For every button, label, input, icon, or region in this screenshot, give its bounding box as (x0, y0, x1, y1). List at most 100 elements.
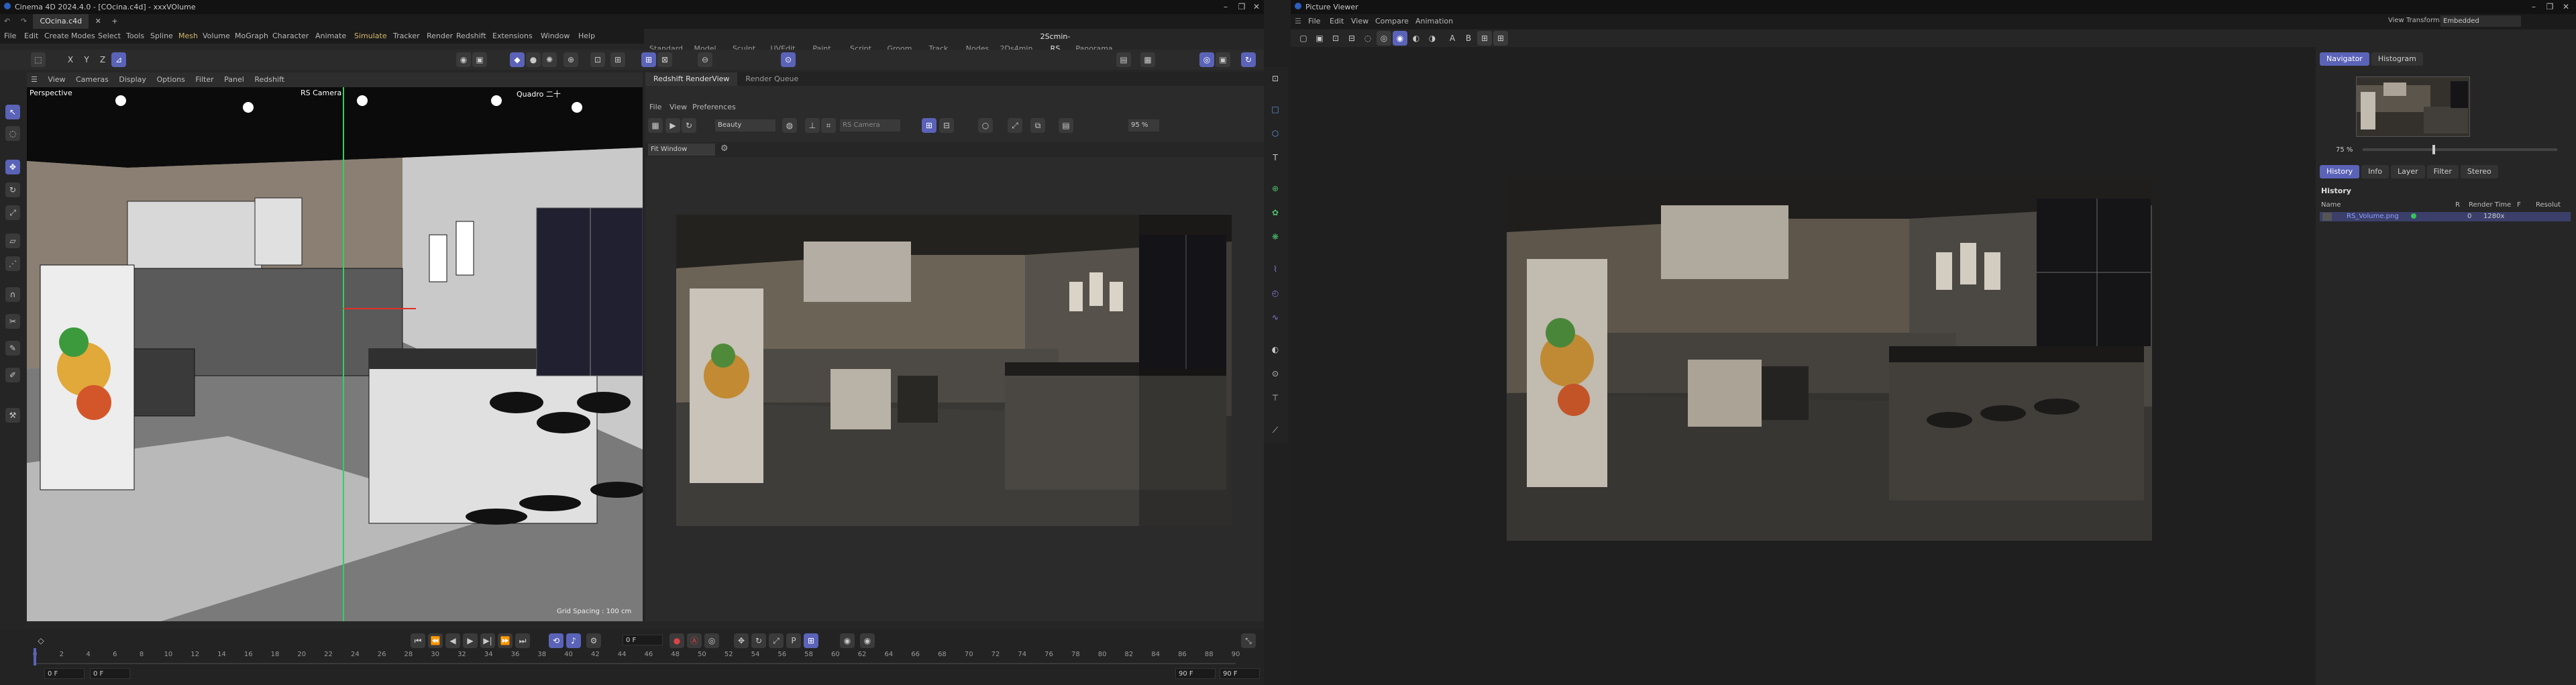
vp-menu-options[interactable]: Options (152, 72, 189, 87)
pv-menu-icon[interactable]: ☰ (1295, 17, 1301, 25)
snap-icon[interactable]: ⊞ (610, 52, 625, 67)
col-f[interactable]: F (2517, 201, 2521, 209)
pv-menu-view[interactable]: View (1351, 17, 1368, 25)
rv-region-icon[interactable]: ⊞ (922, 118, 936, 133)
tab-history[interactable]: History (2320, 165, 2360, 178)
rv-color-icon[interactable]: ◍ (782, 118, 797, 133)
pv-menu-edit[interactable]: Edit (1330, 17, 1344, 25)
new-tab-icon[interactable]: + (107, 14, 121, 29)
menu-item-edit[interactable]: Edit (24, 32, 38, 40)
rv-menu-file[interactable]: File (649, 103, 661, 111)
pv-close-icon[interactable]: ✕ (2561, 1, 2571, 12)
tab-layer[interactable]: Layer (2390, 165, 2425, 178)
menu-item-window[interactable]: Window (541, 32, 570, 40)
pv-ab-icon[interactable]: ◎ (1377, 31, 1391, 46)
prev-frame-icon[interactable]: ◀ (445, 633, 460, 648)
select-tool-icon[interactable]: ↖ (5, 105, 20, 119)
tab-filter[interactable]: Filter (2426, 165, 2459, 178)
key-param-icon[interactable]: P (786, 633, 801, 648)
move-tool-icon[interactable]: ✥ (5, 160, 20, 174)
end-frame-field[interactable]: 90 F (1175, 668, 1216, 679)
rv-menu-preferences[interactable]: Preferences (692, 103, 736, 111)
tab-histogram[interactable]: Histogram (2371, 52, 2423, 66)
ipr-icon[interactable]: ⊖ (698, 52, 712, 67)
menu-item-file[interactable]: File (4, 32, 16, 40)
camera-icon[interactable]: ⊙ (1268, 366, 1283, 381)
col-resolution[interactable]: Resolut (2536, 201, 2561, 209)
pv-stop-icon[interactable]: ⊟ (1344, 31, 1359, 46)
go-end-icon[interactable]: ⏭ (515, 633, 530, 648)
render-view-icon[interactable]: ▣ (472, 52, 487, 67)
history-row[interactable]: RS_Volume.png 0 1280x (2320, 212, 2571, 221)
tool-extra-icon[interactable]: ⟋ (1268, 423, 1283, 437)
pv-zoom-value[interactable]: 75 % (2336, 146, 2353, 154)
pv-open-icon[interactable]: ▢ (1296, 31, 1311, 46)
pv-minimize-icon[interactable]: – (2529, 1, 2538, 12)
keyframe-selection-icon[interactable]: ◎ (704, 633, 719, 648)
deformer-icon[interactable]: ⌇ (1268, 262, 1283, 276)
autokey-icon[interactable]: Ⓐ (687, 633, 702, 648)
tab-info[interactable]: Info (2361, 165, 2389, 178)
rv-zoom-field[interactable]: 95 % (1128, 119, 1159, 131)
knife-icon[interactable]: ✂ (5, 314, 20, 329)
pv-image[interactable] (1507, 178, 2152, 541)
cube-object-icon[interactable]: ◆ (510, 52, 525, 67)
rv-expand-icon[interactable]: ⤢ (1008, 118, 1022, 133)
motion-clip-icon[interactable]: ◉ (860, 633, 875, 648)
timeline-settings-icon[interactable]: ⚙ (586, 633, 601, 648)
pv-menu-compare[interactable]: Compare (1375, 17, 1409, 25)
menu-item-render[interactable]: Render (427, 32, 453, 40)
close-icon[interactable]: ✕ (1252, 1, 1261, 12)
max-frame-field[interactable]: 90 F (1220, 668, 1260, 679)
rv-settings-icon[interactable]: ⚙ (720, 144, 729, 154)
menu-item-simulate[interactable]: Simulate (354, 32, 387, 40)
pv-save-icon[interactable]: ▣ (1312, 31, 1327, 46)
next-key-icon[interactable]: ⏩ (498, 633, 513, 648)
viewport-layout-icon[interactable]: ▤ (1116, 52, 1131, 67)
hammer-icon[interactable]: ⚒ (5, 408, 20, 423)
fit-window-select[interactable]: Fit Window (648, 144, 715, 156)
menu-item-redshift[interactable]: Redshift (456, 32, 486, 40)
axis-y-icon[interactable]: Y (79, 52, 94, 67)
pv-zoom-slider-handle[interactable] (2432, 145, 2435, 154)
rv-grid-icon[interactable]: ⊟ (939, 118, 954, 133)
prev-key-icon[interactable]: ⏪ (428, 633, 443, 648)
key-scale-icon[interactable]: ⤢ (769, 633, 784, 648)
menu-item-animate[interactable]: Animate (315, 32, 346, 40)
viewport-menu-icon[interactable]: ☰ (27, 72, 42, 87)
rv-pin-icon[interactable]: ⊥ (805, 118, 820, 133)
navigator-thumbnail[interactable] (2356, 76, 2470, 137)
next-frame-icon[interactable]: ▶| (480, 633, 495, 648)
menu-item-tools[interactable]: Tools (126, 32, 144, 40)
rv-crop-icon[interactable]: ⌗ (821, 118, 836, 133)
menu-item-mesh[interactable]: Mesh (178, 32, 198, 40)
redo-icon[interactable]: ↷ (17, 14, 31, 29)
rotate-tool-icon[interactable]: ↻ (5, 182, 20, 197)
vp-menu-view[interactable]: View (44, 72, 69, 87)
file-tab[interactable]: COcina.c4d (33, 14, 89, 29)
sphere-object-icon[interactable]: ● (526, 52, 541, 67)
coordinate-system-icon[interactable]: ⊿ (111, 52, 126, 67)
render-active-icon[interactable]: ◎ (1199, 52, 1214, 67)
col-r[interactable]: R (2455, 201, 2460, 209)
tab-render-queue[interactable]: Render Queue (737, 72, 806, 86)
pv-channel-icon[interactable]: ◑ (1425, 31, 1440, 46)
3d-viewport[interactable]: Perspective RS Camera Quadro 二十 Grid Spa… (27, 87, 643, 621)
key-position-icon[interactable]: ✥ (734, 633, 749, 648)
undo-icon[interactable]: ↶ (0, 14, 14, 29)
vp-menu-display[interactable]: Display (115, 72, 150, 87)
min-frame-field[interactable]: 0 F (90, 668, 130, 679)
motion-system-icon[interactable]: ◉ (840, 633, 855, 648)
pv-record-icon[interactable]: ◌ (1360, 31, 1375, 46)
pv-grid2-icon[interactable]: ⊞ (1493, 31, 1508, 46)
view-transform-select[interactable]: Embedded (2440, 15, 2521, 27)
rv-play-icon[interactable]: ▶ (665, 118, 680, 133)
vp-menu-filter[interactable]: Filter (191, 72, 217, 87)
render-output-image[interactable] (676, 215, 1232, 526)
pv-maximize-icon[interactable]: ❐ (2545, 1, 2555, 12)
tab-redshift-renderview[interactable]: Redshift RenderView (645, 72, 738, 86)
lock-icon[interactable]: ⊡ (590, 52, 605, 67)
key-pla-icon[interactable]: ⊞ (804, 633, 818, 648)
current-frame-field[interactable]: 0 F (623, 635, 663, 645)
rv-snapshot-icon[interactable]: ▦ (648, 118, 663, 133)
